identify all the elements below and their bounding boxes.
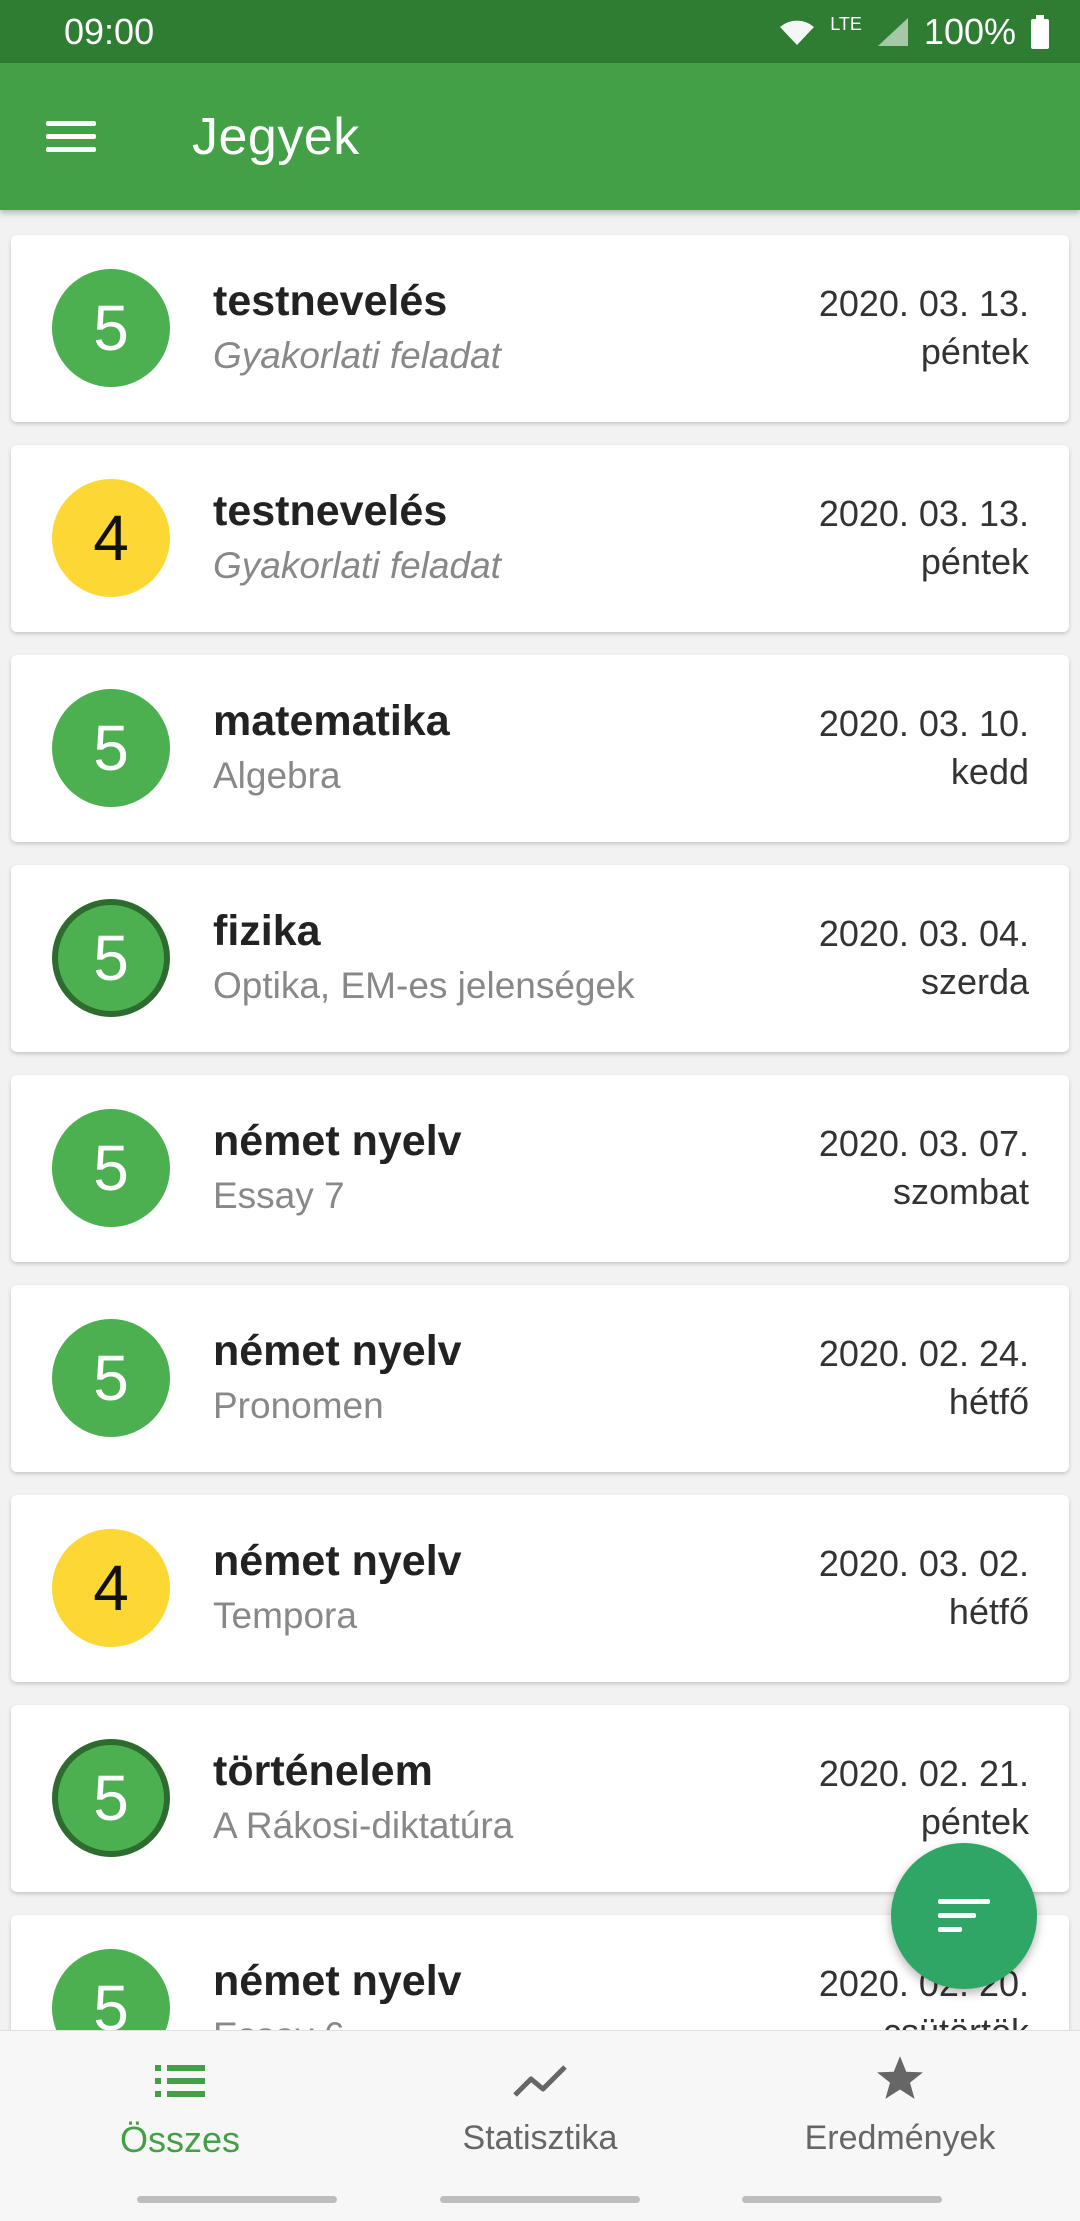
grade-badge: 5 (52, 1319, 170, 1437)
grade-badge: 5 (52, 1949, 170, 2030)
subject-name: testnevelés (213, 487, 448, 535)
subject-name: fizika (213, 907, 321, 955)
grade-list[interactable]: 5 testnevelés Gyakorlati feladat 2020. 0… (0, 210, 1080, 2030)
grade-date: 2020. 03. 10. (818, 703, 1029, 744)
grade-weekday: péntek (920, 1801, 1029, 1842)
grade-date: 2020. 03. 13. (818, 493, 1029, 534)
grade-date: 2020. 03. 04. (818, 913, 1029, 954)
grade-weekday: hétfő (948, 1381, 1029, 1422)
grade-weekday: szerda (920, 961, 1029, 1002)
star-icon (877, 2056, 923, 2099)
subject-name: német nyelv (213, 1537, 462, 1585)
grade-weekday: csütörtök (883, 2011, 1029, 2030)
grade-badge: 5 (52, 269, 170, 387)
grade-description: Gyakorlati feladat (213, 545, 501, 586)
grade-badge: 4 (52, 479, 170, 597)
signal-icon (877, 17, 908, 46)
nav-item-statisztika[interactable]: Statisztika (360, 2031, 720, 2181)
grade-date: 2020. 03. 02. (818, 1543, 1029, 1584)
nav-label: Eredmények (804, 2119, 996, 2157)
grade-description: A Rákosi-diktatúra (213, 1805, 514, 1846)
grade-weekday: szombat (892, 1171, 1029, 1212)
grade-card[interactable]: 5 testnevelés Gyakorlati feladat 2020. 0… (11, 235, 1069, 422)
list-icon (155, 2065, 205, 2097)
bottom-navigation: Összes Statisztika Eredmények (0, 2030, 1080, 2221)
system-nav-pill (137, 2196, 337, 2203)
grade-card[interactable]: 5 matematika Algebra 2020. 03. 10. kedd (11, 655, 1069, 842)
grade-badge: 5 (52, 1109, 170, 1227)
grade-card[interactable]: 4 német nyelv Tempora 2020. 03. 02. hétf… (11, 1495, 1069, 1682)
subject-name: történelem (213, 1747, 433, 1795)
grade-description: Essay 7 (213, 1175, 345, 1216)
nav-item-osszes[interactable]: Összes (0, 2031, 360, 2181)
grade-description: Algebra (213, 755, 341, 796)
subject-name: német nyelv (213, 1327, 462, 1375)
grade-weekday: péntek (920, 331, 1029, 372)
system-nav-pill (742, 2196, 942, 2203)
page-title: Jegyek (192, 107, 360, 166)
trending-line-icon (513, 2065, 567, 2097)
battery-icon (1031, 14, 1049, 49)
status-indicators: LTE 100% (778, 11, 1050, 53)
grade-card[interactable]: 4 testnevelés Gyakorlati feladat 2020. 0… (11, 445, 1069, 632)
system-nav-pill (440, 2196, 640, 2203)
grade-description: Tempora (213, 1595, 357, 1636)
battery-percent: 100% (923, 10, 1016, 52)
hamburger-menu-icon[interactable] (46, 115, 100, 159)
grade-card[interactable]: 5 fizika Optika, EM-es jelenségek 2020. … (11, 865, 1069, 1052)
nav-item-eredmenyek[interactable]: Eredmények (720, 2031, 1080, 2181)
grade-description: Optika, EM-es jelenségek (213, 965, 635, 1006)
sort-filter-icon (938, 1899, 990, 1933)
grade-card[interactable]: 5 német nyelv Essay 7 2020. 03. 07. szom… (11, 1075, 1069, 1262)
grade-date: 2020. 03. 07. (818, 1123, 1029, 1164)
grade-badge: 5 (52, 899, 170, 1017)
grade-date: 2020. 02. 21. (818, 1753, 1029, 1794)
subject-name: matematika (213, 697, 450, 745)
subject-name: testnevelés (213, 277, 448, 325)
grade-badge: 5 (52, 689, 170, 807)
nav-label: Összes (119, 2119, 241, 2160)
grade-weekday: hétfő (948, 1591, 1029, 1632)
grade-badge: 5 (52, 1739, 170, 1857)
grade-description: Gyakorlati feladat (213, 335, 501, 376)
grade-date: 2020. 02. 24. (818, 1333, 1029, 1374)
sort-button[interactable] (891, 1843, 1037, 1989)
grade-description: Pronomen (213, 1385, 384, 1426)
grade-card[interactable]: 5 német nyelv Pronomen 2020. 02. 24. hét… (11, 1285, 1069, 1472)
network-type: LTE (830, 14, 862, 34)
grade-date: 2020. 03. 13. (818, 283, 1029, 324)
grade-description: Essay 6 (213, 2015, 345, 2030)
wifi-icon (780, 20, 815, 45)
grade-card[interactable]: 5 történelem A Rákosi-diktatúra 2020. 02… (11, 1705, 1069, 1892)
subject-name: német nyelv (213, 1957, 462, 2005)
nav-label: Statisztika (462, 2119, 618, 2157)
grade-weekday: péntek (920, 541, 1029, 582)
grade-weekday: kedd (950, 751, 1029, 792)
subject-name: német nyelv (213, 1117, 462, 1165)
status-bar: 09:00 LTE 100% (0, 0, 1080, 63)
status-time: 09:00 (64, 10, 155, 52)
grade-badge: 4 (52, 1529, 170, 1647)
app-bar: Jegyek (0, 63, 1080, 210)
